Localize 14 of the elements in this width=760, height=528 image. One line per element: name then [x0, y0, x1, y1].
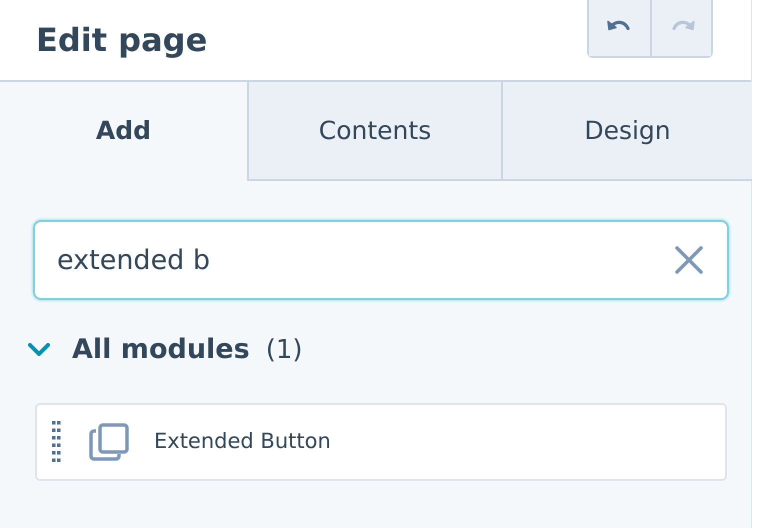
close-icon — [673, 244, 705, 276]
drag-handle-icon[interactable] — [52, 420, 61, 462]
copy-icon — [88, 422, 130, 462]
tab[interactable]: Design — [501, 82, 752, 181]
section-title: All modules — [72, 333, 250, 367]
count-label: (1) — [266, 334, 303, 367]
page-title: Edit page — [36, 24, 208, 56]
module-name: Extended Button — [154, 428, 331, 455]
clear-button[interactable] — [673, 244, 705, 276]
caret-icon[interactable] — [28, 343, 50, 358]
tab[interactable]: Contents — [247, 82, 501, 181]
search-input[interactable]: extended b — [57, 222, 673, 298]
search-field[interactable]: extended b — [33, 220, 729, 300]
module-item[interactable]: Extended Button — [35, 402, 727, 480]
